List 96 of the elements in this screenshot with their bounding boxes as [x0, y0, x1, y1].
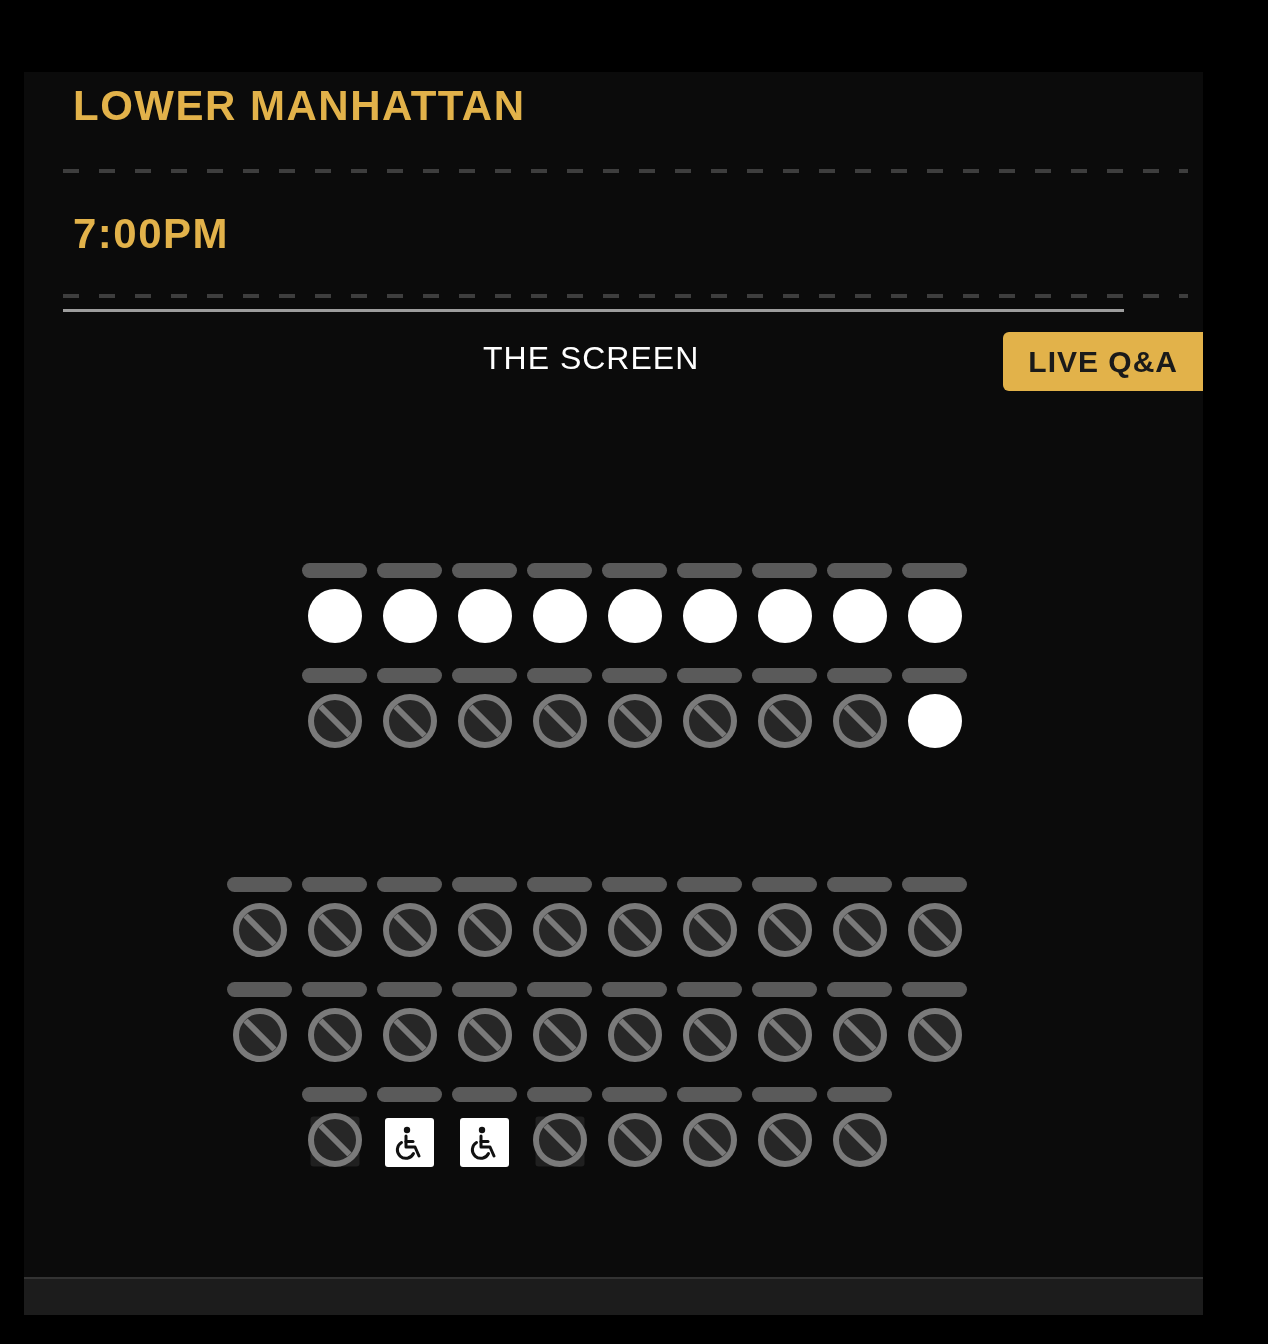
seat-label-bar	[902, 668, 967, 683]
seat-label-bar	[452, 982, 517, 997]
seat-label-bar	[302, 1087, 367, 1102]
seat-label-bar	[302, 877, 367, 892]
blocked-seat-icon	[307, 903, 362, 957]
blocked-seat-icon	[532, 903, 587, 957]
seat-icon[interactable]	[907, 694, 962, 748]
screen-title: THE SCREEN	[483, 339, 700, 378]
seat-label-bar	[602, 982, 667, 997]
blocked-seat-icon	[607, 1113, 662, 1167]
blocked-seat-icon	[457, 903, 512, 957]
seat-label-bar	[452, 877, 517, 892]
seat-label-bar	[677, 877, 742, 892]
blocked-seat-icon	[682, 694, 737, 748]
blocked-seat-icon	[382, 1008, 437, 1062]
blocked-seat-icon	[307, 1008, 362, 1062]
seat-icon[interactable]	[757, 589, 812, 643]
location-title: LOWER MANHATTAN	[73, 81, 526, 131]
blocked-seat-icon	[682, 1008, 737, 1062]
seat-label-bar	[227, 982, 292, 997]
blocked-seat-icon	[832, 694, 887, 748]
blocked-seat-icon	[832, 903, 887, 957]
live-qa-tag: LIVE Q&A	[1003, 332, 1203, 391]
seat-label-bar	[902, 877, 967, 892]
seat-label-bar	[827, 668, 892, 683]
seat-label-bar	[902, 982, 967, 997]
seat-label-bar	[752, 982, 817, 997]
seat-label-bar	[527, 982, 592, 997]
wheelchair-icon[interactable]	[385, 1118, 434, 1167]
seat-label-bar	[602, 563, 667, 578]
seat-label-bar	[602, 877, 667, 892]
blocked-seat-icon	[757, 694, 812, 748]
blocked-seat-icon	[232, 1008, 287, 1062]
seat-icon[interactable]	[532, 589, 587, 643]
seat-label-bar	[377, 1087, 442, 1102]
wheelchair-icon[interactable]	[460, 1118, 509, 1167]
seat-label-bar	[527, 877, 592, 892]
blocked-seat-icon	[382, 694, 437, 748]
seat-icon[interactable]	[607, 589, 662, 643]
seat-label-bar	[827, 877, 892, 892]
seat-label-bar	[302, 563, 367, 578]
seat-label-bar	[377, 982, 442, 997]
seat-label-bar	[602, 1087, 667, 1102]
blocked-seat-icon	[457, 694, 512, 748]
blocked-seat-icon	[832, 1008, 887, 1062]
seat-label-bar	[377, 563, 442, 578]
seat-icon[interactable]	[907, 589, 962, 643]
seat-label-bar	[302, 982, 367, 997]
blocked-seat-icon	[757, 1113, 812, 1167]
seat-label-bar	[827, 1087, 892, 1102]
seat-label-bar	[377, 668, 442, 683]
seat-label-bar	[452, 1087, 517, 1102]
seat-label-bar	[827, 982, 892, 997]
seat-label-bar	[827, 563, 892, 578]
blocked-seat-icon	[532, 694, 587, 748]
blocked-seat-icon	[832, 1113, 887, 1167]
seat-label-bar	[227, 877, 292, 892]
seat-label-bar	[902, 563, 967, 578]
seat-label-bar	[527, 563, 592, 578]
seat-label-bar	[677, 563, 742, 578]
seat-label-bar	[677, 1087, 742, 1102]
seat-label-bar	[527, 1087, 592, 1102]
blocked-seat-icon	[682, 903, 737, 957]
blocked-seat-icon	[532, 1113, 587, 1167]
blocked-seat-icon	[607, 1008, 662, 1062]
blocked-seat-icon	[457, 1008, 512, 1062]
seat-label-bar	[752, 1087, 817, 1102]
seat-label-bar	[752, 877, 817, 892]
seat-label-bar	[602, 668, 667, 683]
seat-label-bar	[377, 877, 442, 892]
blocked-seat-icon	[307, 1113, 362, 1167]
seat-icon[interactable]	[457, 589, 512, 643]
blocked-seat-icon	[907, 1008, 962, 1062]
seat-icon[interactable]	[307, 589, 362, 643]
blocked-seat-icon	[757, 903, 812, 957]
blocked-seat-icon	[907, 903, 962, 957]
seat-label-bar	[527, 668, 592, 683]
blocked-seat-icon	[607, 694, 662, 748]
blocked-seat-icon	[307, 694, 362, 748]
seat-icon[interactable]	[832, 589, 887, 643]
blocked-seat-icon	[607, 903, 662, 957]
seat-label-bar	[302, 668, 367, 683]
blocked-seat-icon	[232, 903, 287, 957]
blocked-seat-icon	[682, 1113, 737, 1167]
seat-label-bar	[677, 982, 742, 997]
seat-icon[interactable]	[382, 589, 437, 643]
seat-label-bar	[452, 668, 517, 683]
blocked-seat-icon	[532, 1008, 587, 1062]
blocked-seat-icon	[382, 903, 437, 957]
blocked-seat-icon	[757, 1008, 812, 1062]
seat-icon[interactable]	[682, 589, 737, 643]
seat-label-bar	[752, 668, 817, 683]
seat-label-bar	[452, 563, 517, 578]
seat-label-bar	[677, 668, 742, 683]
showtime-title: 7:00PM	[73, 209, 230, 259]
seat-label-bar	[752, 563, 817, 578]
